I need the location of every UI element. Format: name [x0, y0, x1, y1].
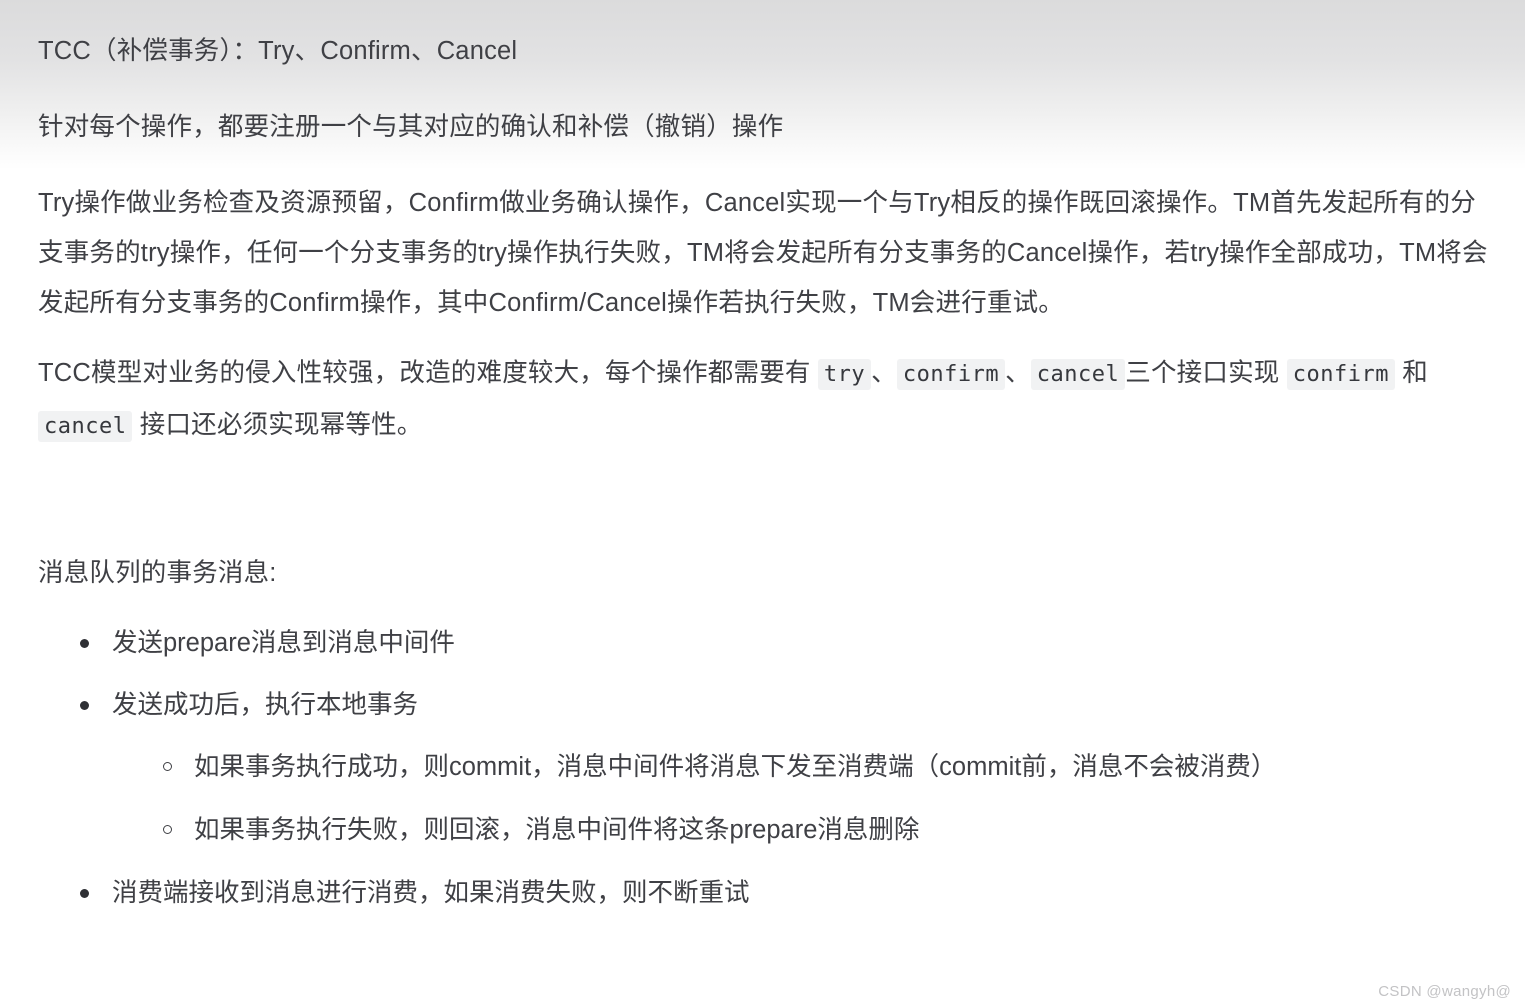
bullet-disc-icon [80, 639, 89, 648]
csdn-watermark: CSDN @wangyh@ [1378, 983, 1511, 1000]
sub-list-item-label: 如果事务执行失败，则回滚，消息中间件将这条prepare消息删除 [194, 816, 920, 844]
list-item: 发送成功后，执行本地事务 如果事务执行成功，则commit，消息中间件将消息下发… [76, 680, 1489, 855]
code-confirm-2: confirm [1286, 359, 1395, 390]
paragraph-flow: Try操作做业务检查及资源预留，Confirm做业务确认操作，Cancel实现一… [38, 189, 1488, 317]
sub-list-item: 如果事务执行失败，则回滚，消息中间件将这条prepare消息删除 [160, 805, 1489, 855]
bullet-disc-icon [80, 889, 89, 898]
list-item-label: 发送成功后，执行本地事务 [112, 691, 419, 719]
article-body: TCC（补偿事务）：Try、Confirm、Cancel 针对每个操作，都要注册… [0, 0, 1525, 918]
paragraph-tcc-model: TCC模型对业务的侵入性较强，改造的难度较大，每个操作都需要有 try、 conf… [38, 348, 1489, 452]
list-item-label: 发送prepare消息到消息中间件 [112, 629, 455, 657]
code-try: try [817, 359, 872, 390]
code-cancel-2: cancel [38, 411, 133, 442]
list-item: 消费端接收到消息进行消费，如果消费失败，则不断重试 [76, 868, 1489, 918]
code-confirm: confirm [896, 359, 1006, 390]
bullet-circle-icon [163, 762, 172, 771]
section-title-mq: 消息队列的事务消息: [38, 559, 277, 587]
list-item-label: 消费端接收到消息进行消费，如果消费失败，则不断重试 [112, 879, 750, 907]
sub-list-item: 如果事务执行成功，则commit，消息中间件将消息下发至消费端（commit前，… [160, 742, 1489, 792]
mq-list: 发送prepare消息到消息中间件 发送成功后，执行本地事务 如果事务执行成功，… [38, 618, 1489, 918]
sub-list-item-label: 如果事务执行成功，则commit，消息中间件将消息下发至消费端（commit前，… [194, 753, 1277, 781]
mq-sub-list: 如果事务执行成功，则commit，消息中间件将消息下发至消费端（commit前，… [112, 742, 1489, 855]
separator-2: 、 [1005, 359, 1031, 387]
bullet-circle-icon [163, 825, 172, 834]
heading-tcc: TCC（补偿事务）：Try、Confirm、Cancel [38, 37, 518, 65]
bullet-disc-icon [80, 701, 89, 710]
tcc-model-text-part2: 三个接口实现 [1125, 359, 1287, 387]
tcc-model-text-part4: 接口还必须实现幂等性。 [132, 411, 423, 439]
code-cancel: cancel [1030, 359, 1126, 390]
tcc-model-text-part1: TCC模型对业务的侵入性较强，改造的难度较大，每个操作都需要有 [38, 359, 818, 387]
separator-1: 、 [871, 359, 897, 387]
tcc-model-text-part3: 和 [1394, 359, 1428, 387]
paragraph-intro: 针对每个操作，都要注册一个与其对应的确认和补偿（撤销）操作 [38, 113, 784, 141]
list-item: 发送prepare消息到消息中间件 [76, 618, 1489, 668]
